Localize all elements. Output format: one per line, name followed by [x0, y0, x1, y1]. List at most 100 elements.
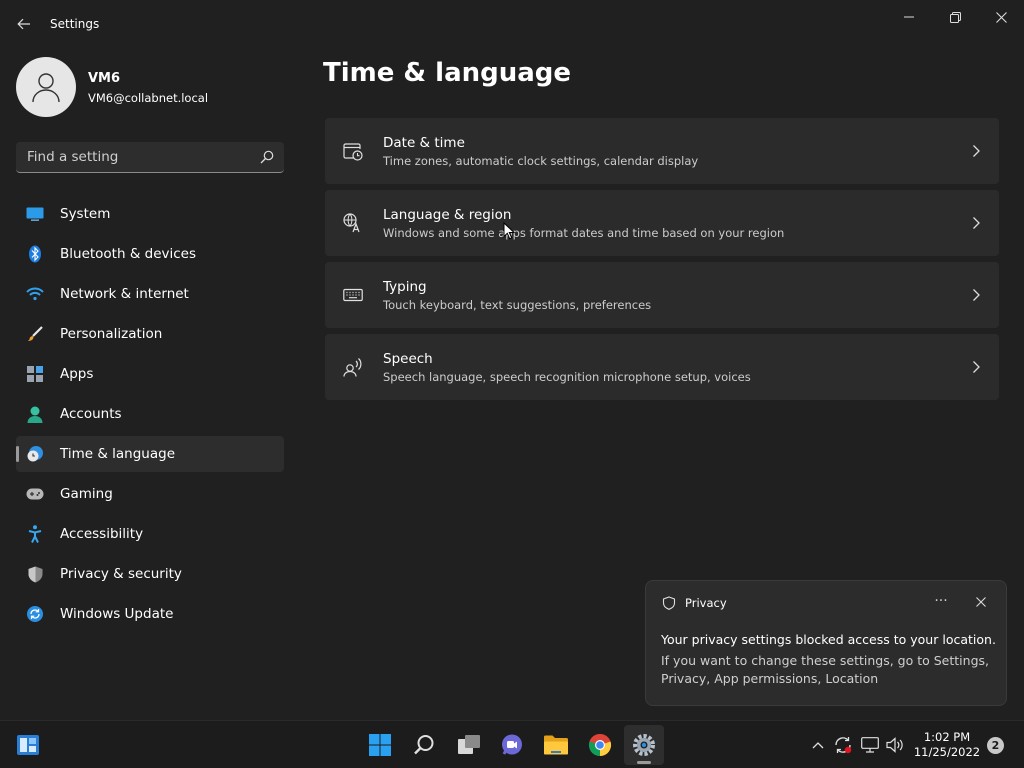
start-button[interactable]: [360, 725, 400, 765]
card-subtitle: Time zones, automatic clock settings, ca…: [383, 154, 699, 168]
close-button[interactable]: [978, 2, 1024, 32]
sidebar-item-label: Gaming: [60, 486, 113, 502]
clock-time: 1:02 PM: [923, 730, 971, 744]
sync-icon: [835, 737, 852, 754]
chat-app-button[interactable]: [492, 725, 532, 765]
minimize-icon: [904, 16, 914, 18]
shield-icon: [26, 565, 44, 583]
avatar[interactable]: [16, 57, 76, 117]
card-date-time[interactable]: Date & time Time zones, automatic clock …: [325, 118, 999, 184]
privacy-notification[interactable]: Privacy ··· Your privacy settings blocke…: [645, 580, 1007, 706]
taskbar-search-button[interactable]: [404, 725, 444, 765]
card-title: Speech: [383, 351, 433, 367]
monitor-icon: [26, 205, 44, 223]
sidebar-nav: System Bluetooth & devices Network & int…: [16, 196, 284, 636]
chrome-button[interactable]: [580, 725, 620, 765]
user-email: VM6@collabnet.local: [88, 91, 209, 105]
chrome-icon: [588, 733, 612, 757]
gear-icon: [633, 734, 655, 756]
windows-logo-icon: [369, 734, 391, 756]
sidebar-item-label: Network & internet: [60, 286, 189, 302]
sidebar-item-label: Time & language: [60, 446, 176, 462]
close-icon: [976, 597, 986, 607]
sidebar-item-accessibility[interactable]: Accessibility: [16, 516, 284, 552]
shield-icon: [662, 596, 676, 610]
widgets-icon[interactable]: [16, 733, 40, 757]
language-icon: [343, 213, 360, 233]
notification-title: Your privacy settings blocked access to …: [661, 632, 996, 647]
sidebar-item-label: Accounts: [60, 406, 122, 422]
sidebar-item-bluetooth[interactable]: Bluetooth & devices: [16, 236, 284, 272]
settings-taskbar-button[interactable]: [624, 725, 664, 765]
gamepad-icon: [26, 485, 44, 503]
mouse-cursor-icon: [503, 222, 515, 240]
network-icon: [861, 737, 879, 753]
sidebar-item-time-language[interactable]: Time & language: [16, 436, 284, 472]
show-hidden-icons-button[interactable]: [808, 735, 828, 755]
clock-date: 11/25/2022: [913, 745, 981, 759]
card-title: Typing: [383, 279, 427, 295]
restore-icon: [949, 11, 961, 23]
more-options-button[interactable]: ···: [930, 591, 952, 613]
minimize-button[interactable]: [886, 2, 932, 32]
search-icon: [414, 735, 434, 755]
clock-globe-icon: [26, 445, 44, 463]
update-icon: [26, 605, 44, 623]
apps-icon: [26, 365, 44, 383]
clock[interactable]: 1:02 PM 11/25/2022: [912, 730, 982, 760]
sidebar-item-apps[interactable]: Apps: [16, 356, 284, 392]
card-subtitle: Windows and some apps format dates and t…: [383, 226, 785, 240]
accessibility-icon: [26, 525, 44, 543]
back-button[interactable]: [10, 10, 38, 38]
window-title: Settings: [50, 17, 100, 31]
brush-icon: [26, 325, 44, 343]
calendar-clock-icon: [343, 143, 363, 161]
sidebar-item-label: Bluetooth & devices: [60, 246, 197, 262]
notification-close-button[interactable]: [971, 592, 991, 612]
card-title: Language & region: [383, 207, 512, 223]
search-input[interactable]: [16, 142, 252, 172]
sidebar-item-accounts[interactable]: Accounts: [16, 396, 284, 432]
notification-count-badge[interactable]: 2: [987, 737, 1004, 754]
chevron-right-icon: [973, 217, 980, 229]
person-icon: [32, 73, 60, 103]
person-icon: [26, 405, 44, 423]
speaker-icon: [886, 737, 903, 753]
search-icon[interactable]: [260, 150, 274, 164]
user-name: VM6: [88, 71, 121, 86]
chevron-up-icon: [812, 742, 824, 749]
card-speech[interactable]: Speech Speech language, speech recogniti…: [325, 334, 999, 400]
sync-status-button[interactable]: [833, 735, 853, 755]
sidebar-item-gaming[interactable]: Gaming: [16, 476, 284, 512]
sidebar-item-system[interactable]: System: [16, 196, 284, 232]
card-title: Date & time: [383, 135, 465, 151]
chat-icon: [502, 734, 522, 755]
speech-icon: [343, 358, 362, 377]
sidebar-item-privacy[interactable]: Privacy & security: [16, 556, 284, 592]
card-typing[interactable]: Typing Touch keyboard, text suggestions,…: [325, 262, 999, 328]
chevron-right-icon: [973, 361, 980, 373]
sidebar-item-network[interactable]: Network & internet: [16, 276, 284, 312]
chevron-right-icon: [973, 289, 980, 301]
notification-body: If you want to change these settings, go…: [661, 653, 989, 686]
sidebar-item-personalization[interactable]: Personalization: [16, 316, 284, 352]
title-bar: Settings: [0, 0, 1024, 48]
task-view-button[interactable]: [449, 725, 489, 765]
wifi-icon: [26, 285, 44, 303]
network-status-button[interactable]: [860, 735, 880, 755]
volume-button[interactable]: [885, 735, 905, 755]
card-language-region[interactable]: Language & region Windows and some apps …: [325, 190, 999, 256]
bluetooth-icon: [26, 245, 44, 263]
file-explorer-button[interactable]: [536, 725, 576, 765]
keyboard-icon: [343, 288, 363, 302]
card-subtitle: Touch keyboard, text suggestions, prefer…: [383, 298, 652, 312]
sidebar-item-label: System: [60, 206, 111, 222]
sidebar-item-label: Personalization: [60, 326, 163, 342]
folder-icon: [544, 735, 568, 755]
close-icon: [995, 11, 1007, 23]
restore-button[interactable]: [932, 2, 978, 32]
search-box[interactable]: [16, 142, 284, 173]
sidebar-item-windows-update[interactable]: Windows Update: [16, 596, 284, 632]
sidebar-item-label: Apps: [60, 366, 94, 382]
taskbar: 1:02 PM 11/25/2022 2: [0, 720, 1024, 768]
